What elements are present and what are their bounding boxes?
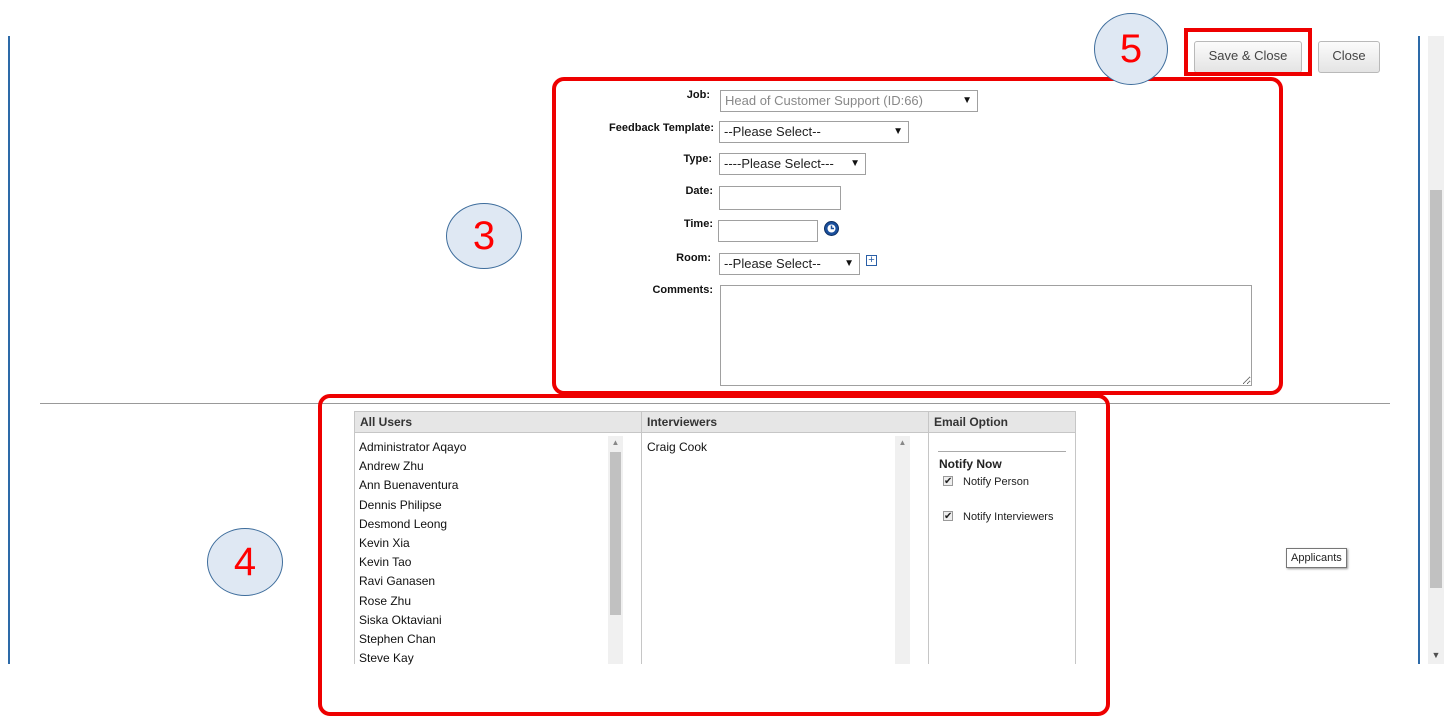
close-button[interactable]: Close: [1318, 41, 1380, 73]
frame-right-border: [1418, 36, 1420, 664]
scroll-down-icon[interactable]: ▼: [1430, 648, 1442, 662]
callout-4: 4: [207, 528, 283, 596]
annotation-box-5: [1184, 28, 1312, 76]
annotation-box-4: [318, 394, 1110, 716]
callout-5: 5: [1094, 13, 1168, 85]
applicants-tooltip: Applicants: [1286, 548, 1347, 568]
page-scrollbar-thumb[interactable]: [1430, 190, 1442, 588]
frame-left-border: [8, 36, 10, 664]
annotation-box-3: [552, 77, 1283, 395]
callout-3: 3: [446, 203, 522, 269]
